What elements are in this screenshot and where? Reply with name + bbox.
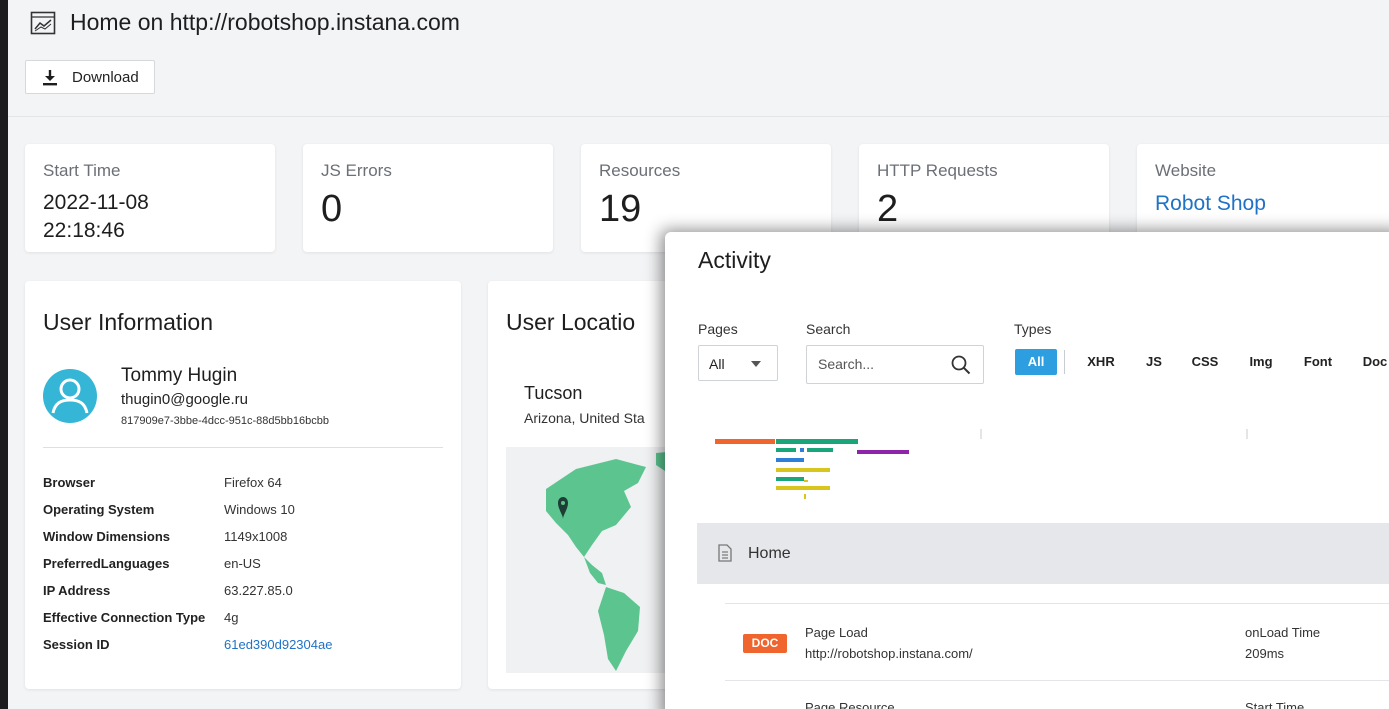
user-id: 817909e7-3bbe-4dcc-951c-88d5bb16bcbb bbox=[121, 415, 329, 427]
info-key: IP Address bbox=[43, 583, 111, 598]
timeline-bar[interactable] bbox=[776, 448, 796, 452]
stat-value: 2 bbox=[877, 188, 899, 230]
event-row-page-load[interactable]: DOC Page Load http://robotshop.instana.c… bbox=[725, 603, 1389, 681]
page-header: Home on http://robotshop.instana.com Dow… bbox=[8, 0, 1389, 117]
info-value: 4g bbox=[224, 610, 239, 625]
activity-timeline[interactable] bbox=[665, 232, 1389, 522]
start-date: 2022-11-08 bbox=[43, 191, 149, 214]
timeline-bar-doc[interactable] bbox=[715, 439, 775, 444]
location-region: Arizona, United Sta bbox=[524, 410, 645, 426]
stat-label: Start Time bbox=[43, 161, 121, 180]
info-value: en-US bbox=[224, 556, 261, 571]
user-information-card: User Information Tommy Hugin thugin0@goo… bbox=[25, 281, 461, 689]
event-badge-doc: DOC bbox=[743, 634, 787, 653]
session-page: Home on http://robotshop.instana.com Dow… bbox=[8, 0, 1389, 709]
info-value: 1149x1008 bbox=[224, 529, 288, 544]
stat-label: JS Errors bbox=[321, 161, 392, 180]
stat-card-start-time: Start Time 2022-11-08 22:18:46 bbox=[25, 144, 275, 252]
user-email: thugin0@google.ru bbox=[121, 391, 248, 408]
timeline-bar[interactable] bbox=[800, 448, 804, 452]
info-key: Window Dimensions bbox=[43, 529, 170, 544]
event-url: http://robotshop.instana.com/ bbox=[805, 646, 973, 661]
stat-value: 0 bbox=[321, 188, 343, 230]
event-metric-label: onLoad Time bbox=[1245, 625, 1321, 640]
info-key: Operating System bbox=[43, 502, 155, 517]
timeline-bar[interactable] bbox=[776, 477, 804, 481]
info-value: 63.227.85.0 bbox=[224, 583, 293, 598]
stat-value: 2022-11-08 22:18:46 bbox=[43, 189, 149, 245]
section-title: User Locatio bbox=[506, 309, 636, 335]
info-key: PreferredLanguages bbox=[43, 556, 170, 571]
timeline-bar[interactable] bbox=[804, 480, 808, 482]
event-title: Page Resource bbox=[805, 700, 895, 709]
activity-panel: Activity Pages Search Types All All XHR … bbox=[665, 232, 1389, 709]
stat-card-js-errors: JS Errors 0 bbox=[303, 144, 553, 252]
divider bbox=[43, 447, 443, 448]
stat-label: HTTP Requests bbox=[877, 161, 998, 180]
location-city: Tucson bbox=[524, 383, 583, 403]
stat-label: Resources bbox=[599, 161, 681, 180]
timeline-bar-xhr[interactable] bbox=[776, 439, 858, 444]
timeline-bar-purple[interactable] bbox=[857, 450, 909, 454]
session-id-link[interactable]: 61ed390d92304ae bbox=[224, 637, 332, 652]
download-button[interactable]: Download bbox=[25, 60, 155, 94]
info-value: Windows 10 bbox=[224, 502, 295, 517]
timeline-bar-css[interactable] bbox=[776, 458, 804, 462]
event-row-page-resource[interactable]: Page Resource Start Time bbox=[725, 680, 1389, 709]
info-key: Browser bbox=[43, 475, 96, 490]
page-row-home[interactable]: Home bbox=[697, 523, 1389, 584]
event-metric-value: 209ms bbox=[1245, 646, 1285, 661]
event-title: Page Load bbox=[805, 625, 868, 640]
timeline-bar[interactable] bbox=[776, 486, 830, 490]
download-label: Download bbox=[72, 68, 139, 86]
download-icon bbox=[43, 69, 57, 85]
page-title: Home on http://robotshop.instana.com bbox=[70, 9, 460, 35]
timeline-bar-js[interactable] bbox=[776, 468, 830, 472]
website-link[interactable]: Robot Shop bbox=[1155, 192, 1266, 216]
info-key: Effective Connection Type bbox=[43, 610, 206, 625]
timeline-bar[interactable] bbox=[804, 494, 806, 499]
page-row-label: Home bbox=[748, 545, 791, 562]
user-avatar-icon bbox=[43, 369, 97, 423]
info-value: Firefox 64 bbox=[224, 475, 282, 490]
stat-label: Website bbox=[1155, 161, 1217, 180]
user-name: Tommy Hugin bbox=[121, 365, 238, 386]
section-title: User Information bbox=[43, 309, 214, 335]
start-clock: 22:18:46 bbox=[43, 219, 125, 242]
chart-icon bbox=[30, 11, 56, 35]
info-key: Session ID bbox=[43, 637, 110, 652]
timeline-bar[interactable] bbox=[807, 448, 833, 452]
event-metric-label: Start Time bbox=[1245, 700, 1305, 709]
stat-value: 19 bbox=[599, 188, 642, 230]
document-icon bbox=[718, 544, 732, 562]
